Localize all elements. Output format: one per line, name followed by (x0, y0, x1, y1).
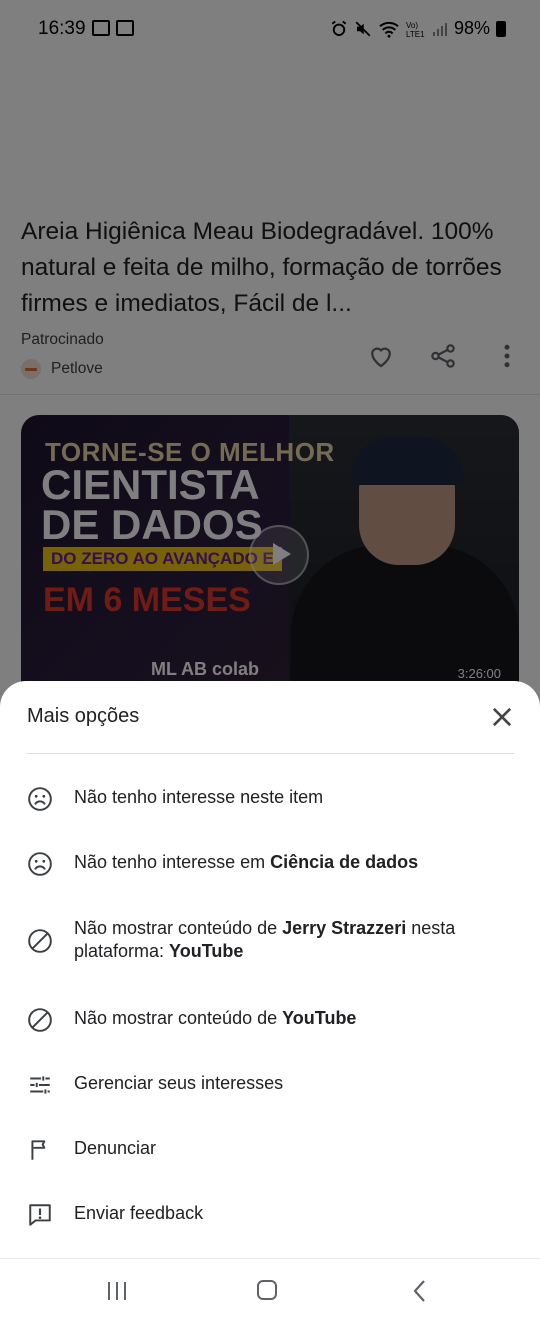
tune-icon (30, 1076, 50, 1094)
option-report[interactable]: Denunciar (27, 1137, 517, 1163)
option-hide-platform[interactable]: Não mostrar conteúdo de YouTube (27, 1007, 517, 1033)
flag-icon (31, 1140, 46, 1160)
sheet-divider (27, 753, 514, 754)
home-button[interactable] (257, 1280, 277, 1300)
more-options-sheet: Mais opções Não tenho interesse neste it… (0, 681, 540, 1320)
close-icon[interactable] (488, 703, 516, 731)
option-manage-interests[interactable]: Gerenciar seus interesses (27, 1072, 517, 1098)
option-send-feedback[interactable]: Enviar feedback (27, 1202, 517, 1228)
sheet-title: Mais opções (27, 705, 140, 727)
sad-face-icon (28, 787, 52, 811)
option-label: Não mostrar conteúdo de YouTube (74, 1008, 357, 1028)
option-label: Não mostrar conteúdo de Jerry Strazzeri … (74, 918, 456, 961)
option-label: Gerenciar seus interesses (74, 1073, 284, 1093)
system-nav-bar (0, 1258, 540, 1321)
option-label: Não tenho interesse neste item (74, 787, 324, 807)
option-not-interested-item[interactable]: Não tenho interesse neste item (27, 786, 517, 812)
back-icon[interactable] (410, 1279, 430, 1303)
option-hide-channel[interactable]: Não mostrar conteúdo de Jerry Strazzeri … (27, 917, 517, 963)
sad-face-icon (28, 852, 52, 876)
option-not-interested-topic[interactable]: Não tenho interesse em Ciência de dados (27, 851, 517, 877)
option-label: Não tenho interesse em Ciência de dados (74, 852, 419, 872)
block-icon (28, 929, 52, 953)
recent-apps-icon[interactable] (106, 1281, 128, 1301)
block-icon (28, 1008, 52, 1032)
option-label: Denunciar (74, 1138, 157, 1158)
feedback-icon (29, 1204, 51, 1226)
option-label: Enviar feedback (74, 1203, 204, 1223)
